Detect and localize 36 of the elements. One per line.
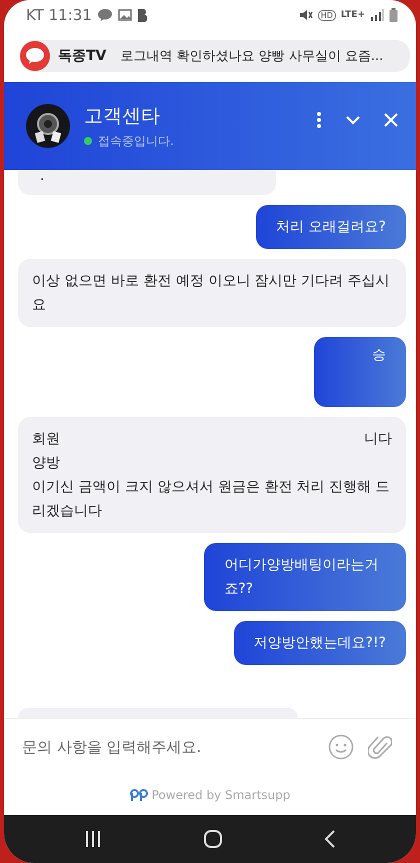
powered-by-text: Powered by Smartsupp — [152, 788, 290, 802]
message-text: 니다 — [364, 430, 392, 449]
chevron-down-icon[interactable] — [346, 116, 360, 124]
hd-badge: HD — [318, 10, 336, 20]
notification-message: 로그내역 확인하셨나요 양빵 사무실이 요즘... — [120, 48, 384, 65]
paperclip-icon[interactable] — [368, 734, 392, 760]
message-input[interactable]: 문의 사항을 입력해주세요. — [18, 734, 314, 760]
chat-app-icon — [20, 41, 50, 71]
message-text: 어디가양방배팅이라는거죠?? — [224, 556, 380, 599]
b-letter-icon — [136, 8, 147, 22]
message-text: 처리 오래걸려요? — [276, 218, 386, 237]
notification-app: 독종TV — [58, 47, 106, 65]
message-text: 양방 — [32, 454, 61, 473]
chat-title: 고객센타 — [84, 104, 161, 128]
message-text: 회원 — [32, 430, 60, 449]
message-text: 저양방안했는데요?!? — [254, 634, 386, 653]
image-icon — [118, 9, 132, 21]
status-time: KT 11:31 — [26, 6, 92, 24]
status-text: 접속중입니다. — [98, 132, 174, 150]
mute-icon — [298, 9, 313, 21]
back-icon[interactable] — [324, 830, 336, 848]
avatar-icon — [26, 104, 70, 148]
message-text: 이상 없으면 바로 환전 예정 이오니 잠시만 기다려 주십시요 — [32, 272, 391, 315]
recent-apps-icon[interactable] — [84, 830, 102, 848]
close-icon[interactable] — [384, 113, 398, 127]
battery-icon — [389, 8, 398, 22]
home-icon[interactable] — [202, 829, 223, 849]
logo-icon — [130, 789, 148, 801]
message-text: 승 — [371, 347, 386, 363]
network-type: LTE+ — [340, 10, 365, 20]
signal-icon — [370, 9, 384, 21]
chat-bubble-icon — [96, 8, 113, 22]
more-icon[interactable] — [316, 112, 322, 128]
message-text: 이기신 금액이 크지 않으셔서 원금은 환전 처리 진행해 드리겠습니다 — [32, 478, 391, 521]
notification-banner[interactable]: 독종TV 로그내역 확인하셨나요 양빵 사무실이 요즘... — [20, 40, 410, 72]
message-text: . — [40, 170, 46, 182]
